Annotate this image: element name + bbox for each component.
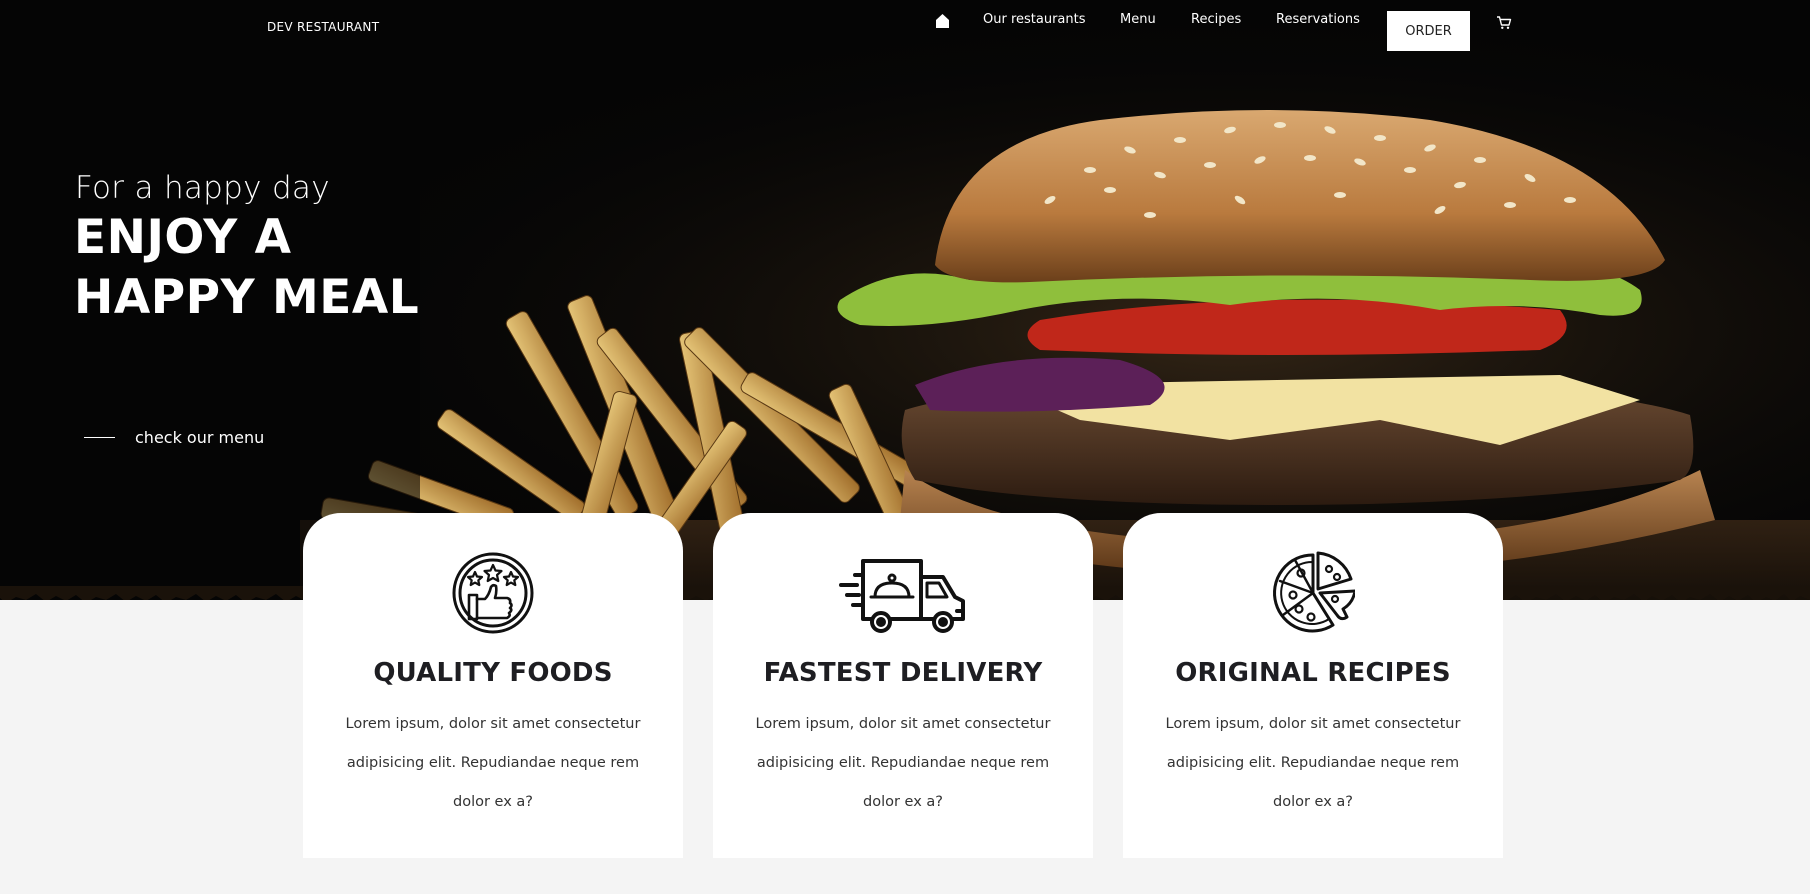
feature-card-delivery: FASTEST DELIVERY Lorem ipsum, dolor sit … [713,513,1093,858]
order-button[interactable]: ORDER [1387,11,1470,51]
feature-card-quality: QUALITY FOODS Lorem ipsum, dolor sit ame… [303,513,683,858]
feature-description: Lorem ipsum, dolor sit amet consectetur … [345,716,641,810]
feature-description: Lorem ipsum, dolor sit amet consectetur … [755,716,1051,810]
nav-item-recipes[interactable]: Recipes [1191,12,1241,27]
link-dash-line [84,437,115,438]
hero-headline-line-1: ENJOY A [74,210,292,265]
nav-item-our-restaurants[interactable]: Our restaurants [983,12,1086,27]
cart-icon[interactable] [1496,15,1512,34]
thumbs-up-stars-icon [303,551,683,637]
delivery-truck-icon [713,551,1093,637]
hero-headline: ENJOY A HAPPY MEAL [74,208,419,328]
main-nav: Our restaurants Menu Recipes Reservation… [0,0,1810,60]
feature-description: Lorem ipsum, dolor sit amet consectetur … [1165,716,1461,810]
feature-card-recipes: ORIGINAL RECIPES Lorem ipsum, dolor sit … [1123,513,1503,858]
feature-title: FASTEST DELIVERY [763,658,1043,688]
feature-title: QUALITY FOODS [373,658,613,688]
feature-title: ORIGINAL RECIPES [1175,658,1451,688]
pizza-icon [1123,551,1503,637]
nav-item-reservations[interactable]: Reservations [1276,12,1360,27]
nav-item-menu[interactable]: Menu [1120,12,1156,27]
home-icon[interactable] [935,13,950,33]
hero-headline-line-2: HAPPY MEAL [74,270,420,325]
hero-tagline: For a happy day [75,170,330,206]
check-menu-label: check our menu [135,428,265,447]
check-menu-link[interactable]: check our menu [84,428,264,447]
